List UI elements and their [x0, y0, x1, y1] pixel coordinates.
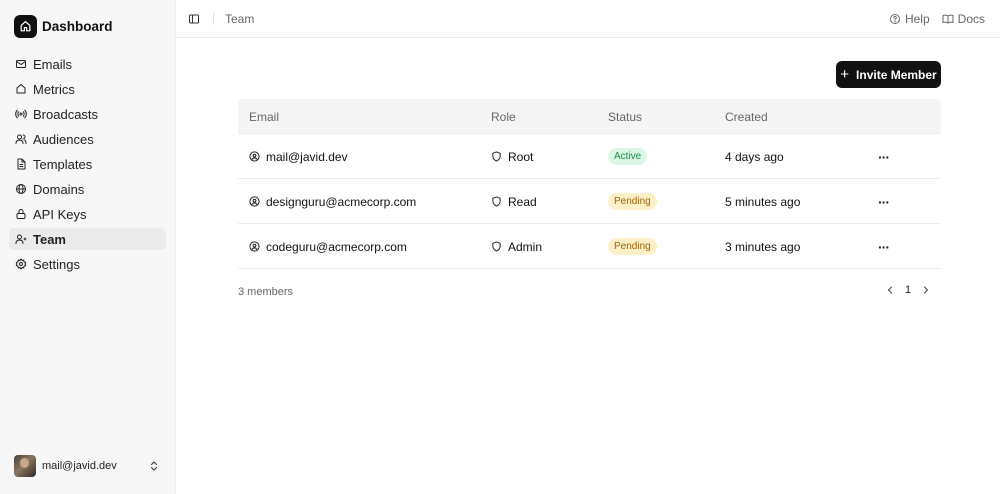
shield-icon	[492, 241, 501, 252]
globe-icon	[16, 184, 26, 194]
status-cell: Active	[608, 134, 648, 179]
breadcrumb: Team	[225, 11, 255, 26]
more-actions-icon[interactable]: ···	[878, 224, 890, 269]
lock-icon	[16, 209, 26, 219]
plus-icon: +	[840, 66, 850, 83]
email-cell: designguru@acmecorp.com	[249, 179, 416, 224]
mail-icon	[16, 60, 26, 68]
status-badge: Active	[608, 148, 648, 165]
role-cell: Admin	[491, 224, 542, 269]
column-header-email[interactable]: Email	[249, 99, 279, 134]
sidebar-item-team[interactable]: Team	[9, 228, 166, 250]
sidebar-toggle-icon[interactable]	[188, 13, 200, 25]
home-logo-icon	[14, 15, 37, 38]
chevron-left-icon[interactable]	[884, 284, 896, 296]
team-icon	[15, 234, 27, 244]
column-header-status[interactable]: Status	[608, 99, 642, 134]
sidebar-item-domains[interactable]: Domains	[9, 178, 166, 200]
member-role: Read	[508, 194, 537, 209]
document-icon	[17, 158, 26, 170]
sidebar-item-label: API Keys	[33, 206, 87, 222]
table-row: mail@javid.dev Root Active 4 days ago ··…	[238, 134, 941, 179]
email-cell: mail@javid.dev	[249, 134, 348, 179]
user-circle-icon	[249, 151, 260, 162]
pagination: 1	[884, 284, 932, 296]
sidebar-item-label: Broadcasts	[33, 106, 99, 122]
sidebar-item-metrics[interactable]: Metrics	[9, 78, 166, 100]
role-cell: Read	[491, 179, 537, 224]
status-cell: Pending	[608, 224, 657, 269]
status-badge: Pending	[608, 193, 657, 210]
member-email: codeguru@acmecorp.com	[266, 239, 407, 254]
chevron-right-icon[interactable]	[920, 284, 932, 296]
created-cell: 3 minutes ago	[725, 239, 801, 254]
email-cell: codeguru@acmecorp.com	[249, 224, 407, 269]
brand[interactable]: Dashboard	[14, 15, 113, 38]
role-cell: Root	[491, 134, 533, 179]
invite-member-button[interactable]: + Invite Member	[836, 61, 941, 88]
sidebar-item-templates[interactable]: Templates	[9, 153, 166, 175]
invite-member-label: Invite Member	[856, 67, 937, 82]
sidebar-item-settings[interactable]: Settings	[9, 253, 166, 275]
broadcast-icon	[15, 109, 27, 119]
created-cell: 5 minutes ago	[725, 194, 801, 209]
more-actions-icon[interactable]: ···	[878, 134, 890, 179]
sidebar-item-label: Domains	[33, 181, 85, 197]
sidebar-item-label: Audiences	[33, 131, 94, 147]
sidebar-item-label: Settings	[33, 256, 80, 272]
shield-icon	[492, 151, 501, 162]
user-circle-icon	[249, 196, 260, 207]
user-email: mail@javid.dev	[42, 460, 117, 472]
column-header-role[interactable]: Role	[491, 99, 516, 134]
created-cell: 4 days ago	[725, 149, 784, 164]
member-role: Root	[508, 149, 534, 164]
home-icon	[16, 84, 26, 94]
user-menu[interactable]: mail@javid.dev	[14, 455, 160, 477]
status-badge: Pending	[608, 238, 657, 255]
brand-name: Dashboard	[42, 19, 113, 34]
sidebar-item-label: Team	[33, 231, 66, 247]
book-icon	[942, 14, 954, 24]
sidebar-item-label: Emails	[33, 56, 73, 72]
user-circle-icon	[249, 241, 260, 252]
page-number[interactable]: 1	[905, 284, 911, 296]
topbar-divider	[213, 12, 214, 25]
more-actions-icon[interactable]: ···	[878, 179, 890, 224]
member-role: Admin	[508, 239, 543, 254]
team-table: Email Role Status Created mail@javid.dev…	[238, 99, 941, 269]
sidebar-item-audiences[interactable]: Audiences	[9, 128, 166, 150]
help-label: Help	[904, 12, 930, 26]
member-email: mail@javid.dev	[266, 149, 348, 164]
help-link[interactable]: Help	[889, 12, 930, 26]
sidebar-nav: Emails Metrics Broadcasts Audiences Temp…	[9, 53, 166, 278]
column-header-created[interactable]: Created	[725, 99, 768, 134]
topbar: Team Help Docs	[176, 0, 1000, 38]
status-cell: Pending	[608, 179, 657, 224]
sidebar-item-label: Metrics	[33, 81, 75, 97]
sidebar-item-broadcasts[interactable]: Broadcasts	[9, 103, 166, 125]
member-count: 3 members	[238, 286, 294, 298]
sidebar-item-emails[interactable]: Emails	[9, 53, 166, 75]
member-email: designguru@acmecorp.com	[266, 194, 417, 209]
table-header: Email Role Status Created	[238, 99, 941, 134]
docs-link[interactable]: Docs	[942, 12, 985, 26]
table-row: designguru@acmecorp.com Read Pending 5 m…	[238, 179, 941, 224]
sidebar: Dashboard Emails Metrics Broadcasts Audi…	[0, 0, 176, 494]
shield-icon	[492, 196, 501, 207]
help-icon	[889, 14, 900, 24]
table-row: codeguru@acmecorp.com Admin Pending 3 mi…	[238, 224, 941, 269]
sidebar-item-api-keys[interactable]: API Keys	[9, 203, 166, 225]
chevron-up-down-icon[interactable]	[148, 460, 160, 472]
avatar	[14, 455, 36, 477]
top-links: Help Docs	[877, 0, 985, 38]
users-icon	[15, 134, 27, 144]
sidebar-item-label: Templates	[33, 156, 93, 172]
gear-icon	[15, 258, 27, 270]
docs-label: Docs	[957, 12, 985, 26]
